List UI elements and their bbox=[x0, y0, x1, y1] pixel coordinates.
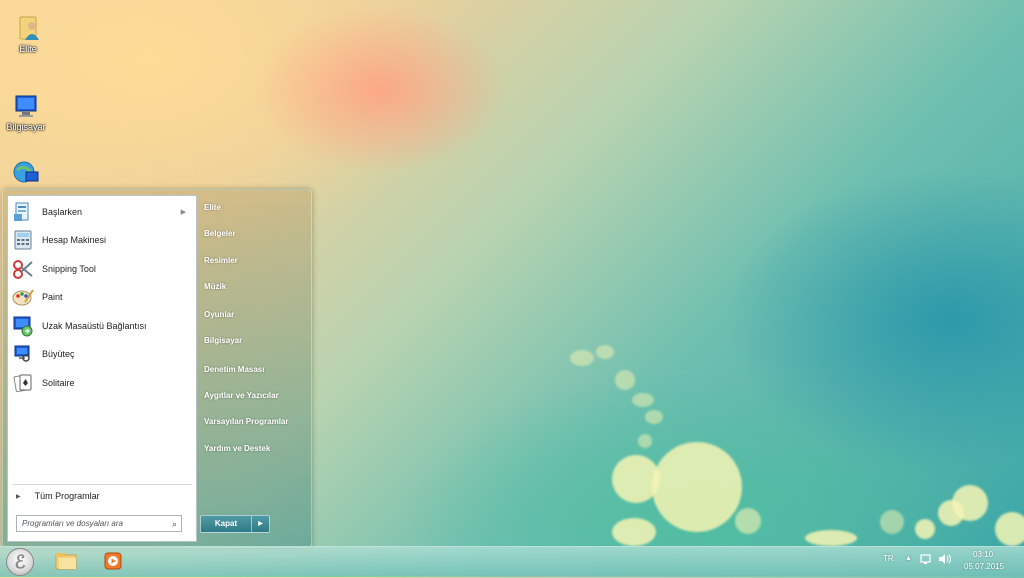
taskbar bbox=[0, 546, 1024, 577]
start-right-item-computer[interactable]: Bilgisayar bbox=[204, 336, 242, 345]
program-item-snipping-tool[interactable]: Snipping Tool bbox=[12, 256, 192, 282]
start-right-item-pictures[interactable]: Resimler bbox=[204, 256, 238, 265]
start-menu: Başlarken ▶ Hesap Makinesi Snipping Tool… bbox=[2, 189, 312, 548]
all-programs-label: Tüm Programlar bbox=[34, 491, 100, 501]
search-input[interactable]: Programları ve dosyaları ara ⌕ bbox=[16, 515, 182, 532]
desktop-icon-user-folder[interactable]: Elite bbox=[6, 14, 50, 54]
cards-icon bbox=[12, 372, 34, 394]
volume-icon[interactable] bbox=[938, 553, 952, 567]
network-tray-icon[interactable] bbox=[920, 553, 932, 567]
program-label: Uzak Masaüstü Bağlantısı bbox=[42, 321, 147, 331]
expand-arrow-icon: ▶ bbox=[16, 493, 21, 500]
shutdown-options-arrow-icon[interactable]: ▶ bbox=[252, 516, 269, 532]
shutdown-label: Kapat bbox=[201, 516, 252, 532]
start-right-item-default-programs[interactable]: Varsayılan Programlar bbox=[204, 417, 289, 426]
desktop-icon-label: Bilgisayar bbox=[6, 122, 46, 132]
program-label: Paint bbox=[42, 292, 63, 302]
program-label: Hesap Makinesi bbox=[42, 235, 107, 245]
clock-time[interactable]: 03:10 bbox=[973, 550, 993, 559]
program-item-remote-desktop[interactable]: Uzak Masaüstü Bağlantısı bbox=[12, 313, 192, 339]
calculator-icon bbox=[12, 229, 34, 251]
menu-separator bbox=[12, 484, 192, 485]
network-icon bbox=[12, 160, 40, 188]
paint-palette-icon bbox=[12, 286, 34, 308]
start-right-item-documents[interactable]: Belgeler bbox=[204, 229, 236, 238]
magnifier-icon bbox=[12, 343, 34, 365]
program-item-solitaire[interactable]: Solitaire bbox=[12, 370, 192, 396]
user-folder-icon bbox=[14, 14, 42, 42]
shutdown-button[interactable]: Kapat ▶ bbox=[200, 515, 270, 533]
start-menu-programs-pane: Başlarken ▶ Hesap Makinesi Snipping Tool… bbox=[7, 195, 197, 542]
program-label: Büyüteç bbox=[42, 349, 75, 359]
search-icon[interactable]: ⌕ bbox=[172, 517, 177, 532]
getting-started-icon bbox=[12, 201, 34, 223]
taskbar-media-player-button[interactable] bbox=[101, 549, 127, 573]
scissors-icon bbox=[12, 258, 34, 280]
media-player-icon bbox=[101, 552, 127, 577]
program-item-getting-started[interactable]: Başlarken ▶ bbox=[12, 199, 192, 225]
program-item-magnifier[interactable]: Büyüteç bbox=[12, 341, 192, 367]
program-item-calculator[interactable]: Hesap Makinesi bbox=[12, 227, 192, 253]
start-right-item-help-support[interactable]: Yardım ve Destek bbox=[204, 444, 270, 453]
program-item-paint[interactable]: Paint bbox=[12, 284, 192, 310]
folder-icon bbox=[54, 553, 80, 577]
language-indicator[interactable]: TR bbox=[883, 554, 894, 563]
computer-icon bbox=[12, 92, 40, 120]
desktop-icon-network[interactable] bbox=[4, 160, 48, 188]
search-placeholder: Programları ve dosyaları ara bbox=[22, 519, 123, 528]
start-logo-icon: ℰ bbox=[14, 552, 26, 572]
start-right-item-games[interactable]: Oyunlar bbox=[204, 310, 234, 319]
remote-desktop-icon bbox=[12, 315, 34, 337]
start-right-item-user[interactable]: Elite bbox=[204, 203, 221, 212]
taskbar-explorer-button[interactable] bbox=[54, 549, 80, 573]
desktop-icon-label: Elite bbox=[19, 44, 37, 54]
all-programs-button[interactable]: ▶ Tüm Programlar bbox=[16, 491, 100, 501]
program-label: Solitaire bbox=[42, 378, 75, 388]
clock-date[interactable]: 05.07.2015 bbox=[964, 562, 1004, 571]
start-right-item-devices-printers[interactable]: Aygıtlar ve Yazıcılar bbox=[204, 391, 279, 400]
desktop-icon-computer[interactable]: Bilgisayar bbox=[4, 92, 48, 132]
submenu-arrow-icon: ▶ bbox=[180, 209, 186, 216]
show-hidden-icons-arrow-icon[interactable]: ▲ bbox=[905, 555, 912, 562]
start-right-item-control-panel[interactable]: Denetim Masası bbox=[204, 365, 264, 374]
start-button[interactable]: ℰ bbox=[6, 548, 34, 576]
start-right-item-music[interactable]: Müzik bbox=[204, 282, 226, 291]
program-label: Snipping Tool bbox=[42, 264, 96, 274]
program-label: Başlarken bbox=[42, 207, 83, 217]
